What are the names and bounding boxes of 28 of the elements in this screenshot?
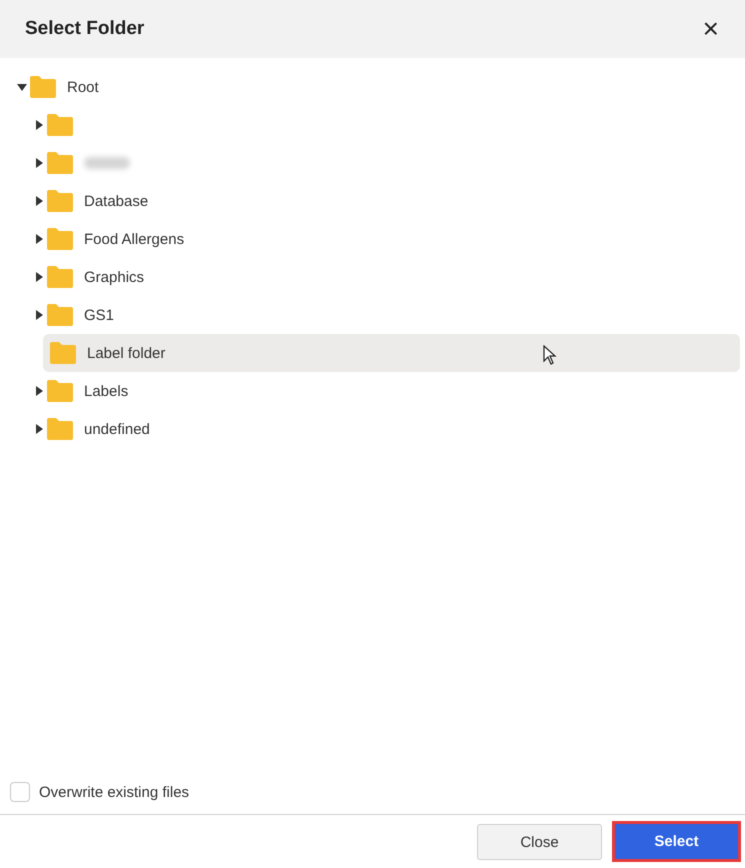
- dialog-title: Select Folder: [25, 18, 144, 40]
- checkbox[interactable]: [10, 782, 30, 802]
- folder-icon: [30, 76, 56, 98]
- selected-tree-row[interactable]: Label folder: [43, 334, 740, 372]
- folder-icon: [47, 228, 73, 250]
- close-button[interactable]: Close: [477, 824, 602, 860]
- tree-item[interactable]: Graphics: [84, 268, 144, 286]
- folder-icon: [47, 266, 73, 288]
- caret-icon[interactable]: [16, 81, 28, 93]
- mouse-pointer-icon: [543, 345, 557, 365]
- tree-item[interactable]: GS1: [84, 306, 114, 324]
- tree-item[interactable]: Food Allergens: [84, 230, 184, 248]
- checkbox-label: Overwrite existing files: [39, 784, 190, 800]
- folder-icon: [47, 190, 73, 212]
- folder-icon: [47, 304, 73, 326]
- tree-item[interactable]: undefined: [84, 420, 150, 438]
- tree-item[interactable]: Root: [67, 78, 99, 96]
- folder-icon: [47, 114, 73, 136]
- folder-icon: [47, 380, 73, 402]
- tree-item[interactable]: Label folder: [87, 344, 166, 362]
- close-button[interactable]: ×: [700, 15, 721, 43]
- tree-item[interactable]: Labels: [84, 382, 128, 400]
- blurred-text: [84, 157, 130, 169]
- folder-icon: [47, 418, 73, 440]
- folder-icon: [47, 152, 73, 174]
- tree-item[interactable]: Database: [84, 192, 148, 210]
- select-button[interactable]: Select: [612, 821, 741, 862]
- folder-icon: [50, 342, 76, 364]
